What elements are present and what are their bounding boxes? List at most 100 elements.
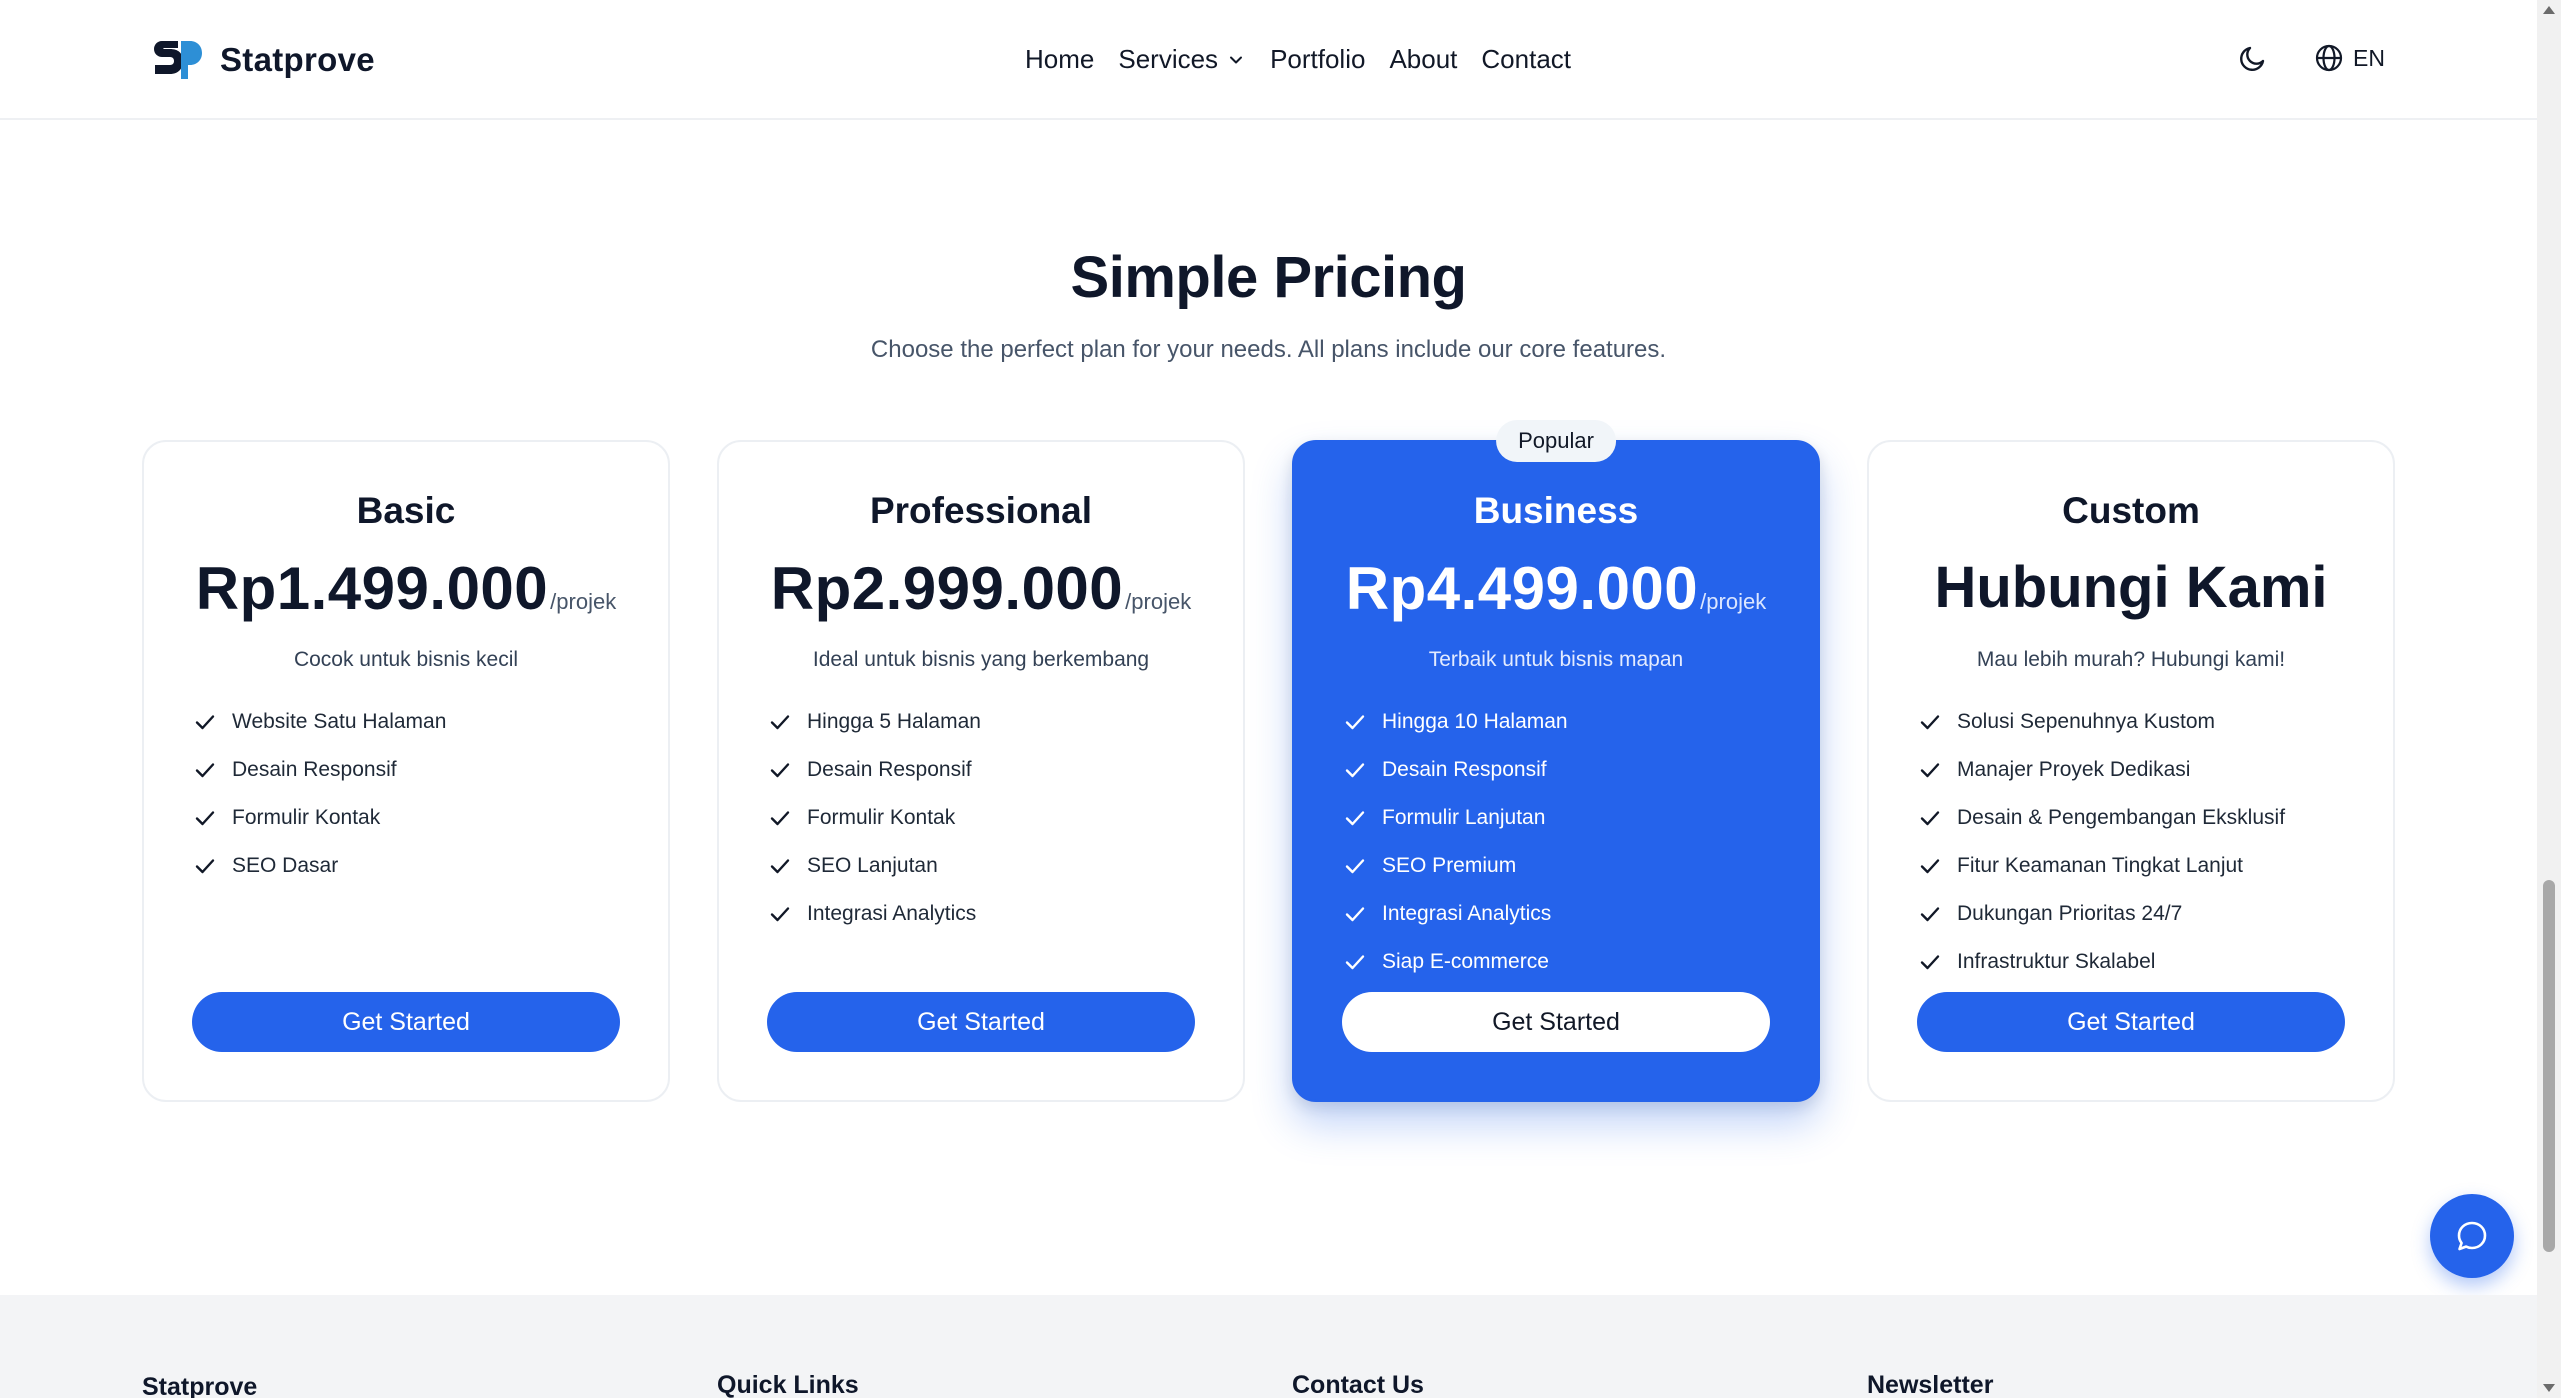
footer-contact-heading: Contact Us (1292, 1371, 1424, 1398)
check-icon (770, 907, 790, 922)
nav-home-label: Home (1025, 44, 1095, 74)
feature-item: Desain Responsif (1344, 746, 1778, 794)
feature-label: Desain Responsif (807, 758, 972, 781)
feature-item: SEO Dasar (194, 842, 628, 890)
feature-item: Solusi Sepenuhnya Kustom (1919, 698, 2353, 746)
feature-label: Fitur Keamanan Tingkat Lanjut (1957, 854, 2244, 877)
nav-services-label: Services (1118, 44, 1219, 74)
nav-about[interactable]: About (1389, 44, 1457, 75)
footer-newsletter-heading: Newsletter (1867, 1371, 1994, 1398)
plan-price: Rp1.499.000 (195, 555, 549, 622)
feature-list: Hingga 5 Halaman Desain Responsif Formul… (769, 698, 1203, 938)
nav-portfolio[interactable]: Portfolio (1270, 44, 1365, 75)
price-row: Rp4.499.000 /projek (1294, 554, 1818, 623)
check-icon (770, 811, 790, 826)
scroll-up-arrow-icon[interactable] (2543, 6, 2555, 14)
feature-item: Formulir Lanjutan (1344, 794, 1778, 842)
get-started-button[interactable]: Get Started (192, 992, 620, 1052)
get-started-button[interactable]: Get Started (1342, 992, 1770, 1052)
get-started-button[interactable]: Get Started (1917, 992, 2345, 1052)
feature-label: Dukungan Prioritas 24/7 (1957, 902, 2183, 925)
plan-name: Basic (356, 490, 456, 531)
price-row: Rp1.499.000 /projek (144, 554, 668, 623)
scroll-down-arrow-icon[interactable] (2543, 1384, 2555, 1392)
check-icon (1920, 763, 1940, 778)
feature-label: Formulir Kontak (807, 806, 956, 829)
price-row: Rp2.999.000 /projek (719, 554, 1243, 623)
get-started-button[interactable]: Get Started (767, 992, 1195, 1052)
plan-price: Rp4.499.000 (1345, 555, 1699, 622)
site-header: Statprove Home Services Portfolio About … (0, 0, 2537, 120)
feature-item: Manajer Proyek Dedikasi (1919, 746, 2353, 794)
scrollbar-thumb[interactable] (2543, 880, 2555, 1252)
plan-name: Business (1473, 490, 1639, 531)
feature-label: SEO Lanjutan (807, 854, 938, 877)
pricing-card-business: Popular Business Rp4.499.000 /projek Ter… (1292, 420, 1820, 1102)
plan-description: Ideal untuk bisnis yang berkembang (812, 648, 1150, 671)
check-icon (1345, 907, 1365, 922)
check-icon (1920, 907, 1940, 922)
theme-toggle-button[interactable] (2237, 42, 2269, 74)
check-icon (195, 859, 215, 874)
language-switcher[interactable]: EN (2313, 42, 2385, 74)
nav-services[interactable]: Services (1118, 44, 1246, 75)
nav-portfolio-label: Portfolio (1270, 44, 1366, 74)
feature-label: Integrasi Analytics (1382, 902, 1552, 925)
feature-label: SEO Premium (1382, 854, 1517, 877)
check-icon (1345, 811, 1365, 826)
feature-item: Integrasi Analytics (769, 890, 1203, 938)
plan-name: Professional (869, 490, 1093, 531)
check-icon (770, 763, 790, 778)
plan-description: Terbaik untuk bisnis mapan (1428, 648, 1684, 671)
brand-logo[interactable]: Statprove (152, 38, 375, 82)
feature-item: Desain Responsif (194, 746, 628, 794)
nav-about-label: About (1389, 44, 1458, 74)
feature-label: Hingga 5 Halaman (807, 710, 981, 733)
feature-item: SEO Lanjutan (769, 842, 1203, 890)
plan-price: Hubungi Kami (1934, 555, 2328, 620)
feature-item: Formulir Kontak (769, 794, 1203, 842)
feature-item: Fitur Keamanan Tingkat Lanjut (1919, 842, 2353, 890)
plan-period: /projek (550, 589, 617, 614)
nav-contact[interactable]: Contact (1481, 44, 1571, 75)
nav-contact-label: Contact (1481, 44, 1572, 74)
feature-item: Infrastruktur Skalabel (1919, 938, 2353, 986)
pricing-card-basic: Basic Rp1.499.000 /projek Cocok untuk bi… (142, 440, 670, 1102)
plan-period: /projek (1125, 589, 1192, 614)
feature-item: Website Satu Halaman (194, 698, 628, 746)
page-scrollbar[interactable] (2537, 0, 2561, 1398)
feature-label: Manajer Proyek Dedikasi (1957, 758, 2191, 781)
feature-list: Solusi Sepenuhnya Kustom Manajer Proyek … (1919, 698, 2353, 986)
feature-label: SEO Dasar (232, 854, 339, 877)
feature-list: Website Satu Halaman Desain Responsif Fo… (194, 698, 628, 890)
feature-list: Hingga 10 Halaman Desain Responsif Formu… (1344, 698, 1778, 986)
feature-label: Desain Responsif (1382, 758, 1547, 781)
check-icon (1345, 955, 1365, 970)
language-label: EN (2353, 44, 2385, 71)
plan-price: Rp2.999.000 (770, 555, 1124, 622)
section-subtitle: Choose the perfect plan for your needs. … (870, 336, 1667, 363)
feature-label: Integrasi Analytics (807, 902, 977, 925)
main-nav: Home Services Portfolio About Contact (1025, 44, 1571, 75)
feature-label: Siap E-commerce (1382, 950, 1549, 973)
check-icon (195, 811, 215, 826)
nav-home[interactable]: Home (1025, 44, 1094, 75)
feature-label: Hingga 10 Halaman (1382, 710, 1568, 733)
check-icon (195, 715, 215, 730)
footer-quick-links-heading: Quick Links (717, 1371, 859, 1398)
feature-item: Dukungan Prioritas 24/7 (1919, 890, 2353, 938)
check-icon (1920, 811, 1940, 826)
feature-label: Formulir Kontak (232, 806, 381, 829)
moon-icon (2240, 46, 2265, 71)
feature-label: Infrastruktur Skalabel (1957, 950, 2156, 973)
chat-button[interactable] (2430, 1194, 2514, 1278)
feature-label: Formulir Lanjutan (1382, 806, 1546, 829)
header-actions: EN (2237, 42, 2385, 74)
check-icon (1920, 715, 1940, 730)
pricing-card-professional: Professional Rp2.999.000 /projek Ideal u… (717, 440, 1245, 1102)
check-icon (770, 715, 790, 730)
chat-bubble-icon (2457, 1221, 2487, 1251)
pricing-card-custom: Custom Hubungi Kami Mau lebih murah? Hub… (1867, 440, 2395, 1102)
popular-badge: Popular (1496, 420, 1616, 462)
plan-description: Cocok untuk bisnis kecil (293, 648, 519, 671)
